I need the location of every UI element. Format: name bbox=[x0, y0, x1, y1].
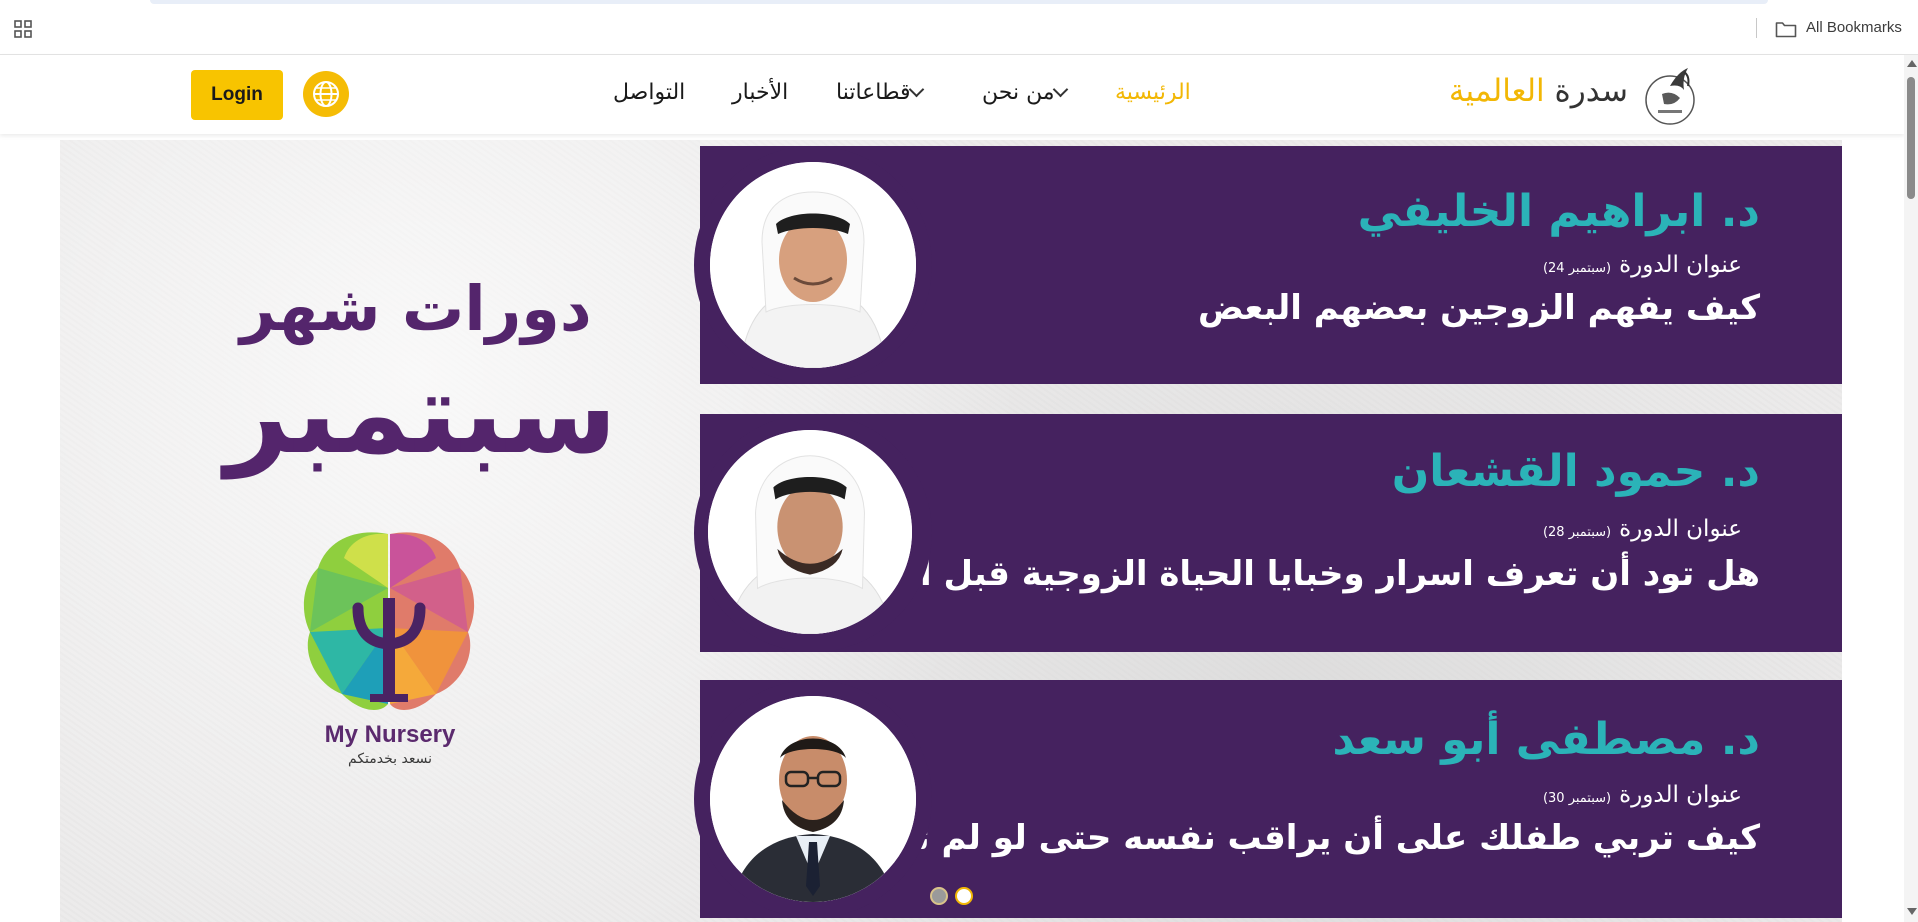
nav-sectors-label: قطاعاتنا bbox=[836, 80, 911, 105]
slider-dot-active[interactable] bbox=[955, 887, 973, 905]
slider-dot[interactable] bbox=[930, 887, 948, 905]
brain-psi-logo-icon bbox=[303, 532, 475, 710]
course-label: عنوان الدورة bbox=[1619, 782, 1742, 808]
address-bar-edge bbox=[150, 0, 1768, 4]
logo-emblem-icon[interactable] bbox=[1640, 64, 1708, 126]
bookmarks-bar: All Bookmarks bbox=[0, 0, 1918, 55]
speaker-name: د. ابراهيم الخليفي bbox=[1357, 186, 1760, 237]
nav-home[interactable]: الرئيسية bbox=[1115, 80, 1191, 105]
scrollbar-thumb[interactable] bbox=[1907, 77, 1915, 199]
speaker-name: د. مصطفى أبو سعد bbox=[1332, 714, 1760, 765]
speaker-portrait-icon bbox=[710, 696, 916, 902]
nav-news[interactable]: الأخبار bbox=[732, 80, 788, 105]
all-bookmarks-link[interactable]: All Bookmarks bbox=[1806, 19, 1902, 36]
site-logo-text[interactable]: سدرة العالمية bbox=[1449, 73, 1628, 109]
page-scrollbar[interactable] bbox=[1904, 55, 1918, 922]
promo-title-line-2: سبتمبر bbox=[225, 349, 618, 479]
logo-word-global: العالمية bbox=[1448, 73, 1545, 109]
speaker-photo bbox=[710, 162, 916, 368]
nav-about[interactable]: من نحن bbox=[982, 80, 1072, 105]
scroll-up-arrow-icon[interactable] bbox=[1907, 60, 1917, 67]
course-label: عنوان الدورة bbox=[1619, 252, 1742, 278]
globe-icon bbox=[313, 81, 339, 107]
nursery-tagline: نسعد بخدمتكم bbox=[348, 751, 432, 767]
speaker-portrait-icon bbox=[708, 430, 912, 634]
nursery-brand-name: My Nursery bbox=[324, 721, 456, 748]
login-button[interactable]: Login bbox=[191, 70, 283, 120]
course-date: (سبتمبر 24) bbox=[1542, 261, 1612, 276]
course-date: (سبتمبر 28) bbox=[1542, 525, 1612, 540]
speaker-photo bbox=[708, 430, 912, 634]
scroll-down-arrow-icon[interactable] bbox=[1907, 908, 1917, 915]
nav-sectors[interactable]: قطاعاتنا bbox=[836, 80, 928, 105]
logo-word-sidra: سدرة bbox=[1554, 73, 1628, 109]
course-label: عنوان الدورة bbox=[1619, 516, 1742, 542]
course-title: كيف يفهم الزوجين بعضهم البعض bbox=[1198, 288, 1760, 328]
course-date: (سبتمبر 30) bbox=[1542, 791, 1612, 806]
apps-grid-icon[interactable] bbox=[14, 20, 32, 38]
nav-contact[interactable]: التواصل bbox=[613, 80, 685, 105]
folder-icon[interactable] bbox=[1775, 20, 1797, 38]
course-title: هل تود أن تعرف اسرار وخبايا الحياة الزوج… bbox=[828, 554, 1760, 594]
speaker-name: د. حمود القشعان bbox=[1391, 446, 1760, 497]
bookmarks-divider bbox=[1756, 18, 1757, 38]
course-label-row: عنوان الدورة (سبتمبر 24) bbox=[1543, 252, 1742, 278]
language-button[interactable] bbox=[303, 71, 349, 117]
course-label-row: عنوان الدورة (سبتمبر 30) bbox=[1543, 782, 1742, 808]
promo-title-line-1: دورات شهر bbox=[240, 272, 592, 345]
speaker-portrait-icon bbox=[710, 162, 916, 368]
site-header: سدرة العالمية الرئيسية من نحن قطاعاتنا ا… bbox=[0, 55, 1904, 134]
nav-about-label: من نحن bbox=[982, 80, 1055, 105]
course-label-row: عنوان الدورة (سبتمبر 28) bbox=[1543, 516, 1742, 542]
speaker-photo bbox=[710, 696, 916, 902]
hero-banner[interactable]: دورات شهر سبتمبر My Nursery نسعد بخدمتكم… bbox=[60, 140, 1842, 922]
